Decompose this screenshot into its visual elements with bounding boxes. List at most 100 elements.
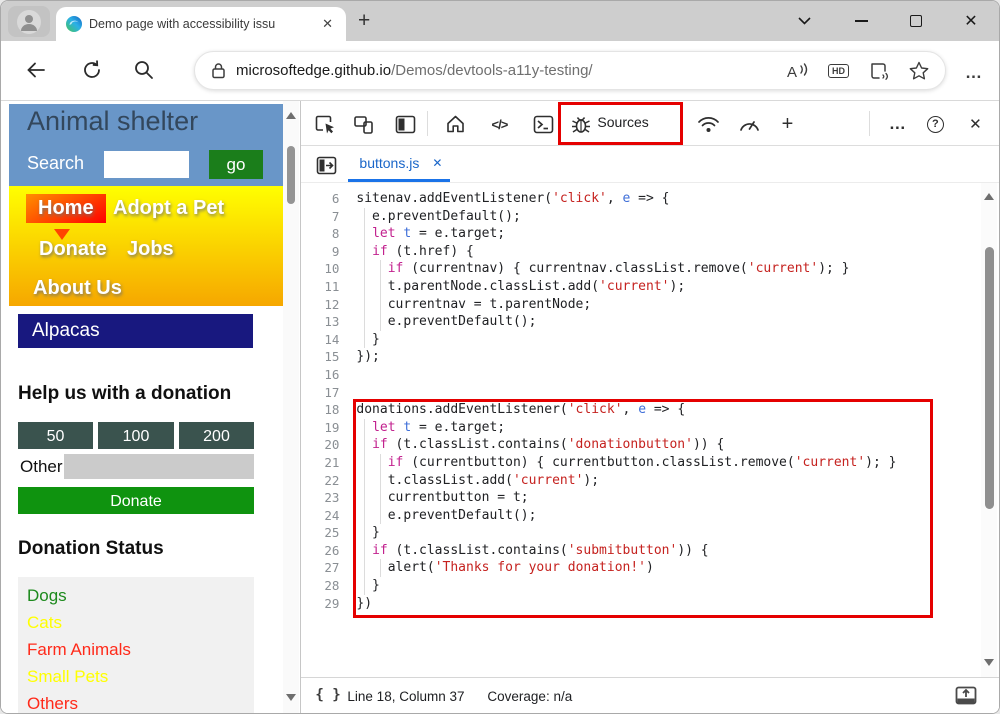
line-number: 20 bbox=[301, 436, 339, 454]
code-line: 14 } bbox=[301, 331, 999, 349]
file-tab-close-icon[interactable]: ✕ bbox=[432, 156, 442, 170]
maximize-button[interactable] bbox=[899, 7, 933, 35]
edge-favicon-icon bbox=[66, 16, 82, 32]
browser-tab[interactable]: Demo page with accessibility issu ✕ bbox=[56, 7, 346, 41]
inspect-element-icon[interactable] bbox=[313, 112, 337, 136]
code-line: 9 if (t.href) { bbox=[301, 243, 999, 261]
new-tab-button[interactable]: + bbox=[358, 8, 370, 34]
other-amount-input[interactable] bbox=[64, 454, 254, 479]
go-button[interactable]: go bbox=[209, 150, 263, 179]
page-scrollbar-thumb[interactable] bbox=[287, 146, 295, 204]
page-scrollbar[interactable] bbox=[283, 101, 299, 714]
window-close-button[interactable]: ✕ bbox=[954, 7, 988, 35]
open-drawer-icon[interactable] bbox=[955, 686, 977, 705]
more-tools-plus-icon[interactable]: + bbox=[775, 112, 799, 136]
line-number: 26 bbox=[301, 542, 339, 560]
line-number: 29 bbox=[301, 595, 339, 613]
url-path: /Demos/devtools-a11y-testing/ bbox=[391, 62, 592, 79]
minimize-button[interactable] bbox=[844, 7, 878, 35]
minimize-icon bbox=[855, 20, 868, 22]
lock-icon[interactable] bbox=[211, 62, 226, 79]
indent-guide bbox=[364, 243, 365, 261]
device-emulation-icon[interactable] bbox=[351, 112, 375, 136]
indent-guide bbox=[364, 313, 365, 331]
devtools-toolbar: </> Sources + … ? bbox=[301, 101, 999, 146]
scroll-up-icon[interactable] bbox=[286, 107, 296, 119]
list-item: Cats bbox=[27, 609, 254, 636]
nav-item-jobs[interactable]: Jobs bbox=[127, 238, 174, 261]
browser-more-menu[interactable]: … bbox=[965, 63, 983, 83]
url-text[interactable]: microsoftedge.github.io/Demos/devtools-a… bbox=[236, 62, 593, 79]
indent-guide bbox=[364, 278, 365, 296]
read-aloud-icon[interactable]: A bbox=[785, 61, 809, 81]
browser-toolbar: microsoftedge.github.io/Demos/devtools-a… bbox=[1, 41, 999, 101]
toolbar-divider bbox=[427, 111, 428, 136]
line-number: 21 bbox=[301, 454, 339, 472]
editor-status-bar: { } Line 18, Column 37 Coverage: n/a bbox=[301, 677, 999, 714]
tab-close-icon[interactable]: ✕ bbox=[319, 16, 336, 32]
refresh-button[interactable] bbox=[81, 59, 105, 83]
profile-button[interactable] bbox=[8, 6, 50, 37]
code-scrollbar-thumb[interactable] bbox=[985, 247, 994, 509]
indent-guide bbox=[364, 225, 365, 243]
code-line: 11 t.parentNode.classList.add('current')… bbox=[301, 278, 999, 296]
line-number: 16 bbox=[301, 366, 339, 384]
navigator-toggle-icon[interactable] bbox=[314, 153, 338, 177]
donation-amount-50-button[interactable]: 50 bbox=[18, 422, 93, 449]
line-number: 27 bbox=[301, 559, 339, 577]
indent-guide bbox=[364, 296, 365, 314]
code-line: 12 currentnav = t.parentNode; bbox=[301, 296, 999, 314]
scroll-down-icon[interactable] bbox=[286, 694, 296, 706]
scroll-down-icon[interactable] bbox=[984, 659, 994, 671]
donation-amount-100-button[interactable]: 100 bbox=[98, 422, 174, 449]
indent-guide bbox=[364, 208, 365, 226]
welcome-home-icon[interactable] bbox=[443, 112, 467, 136]
code-scrollbar[interactable] bbox=[981, 183, 997, 677]
line-number: 12 bbox=[301, 296, 339, 314]
elements-panel-icon[interactable]: </> bbox=[487, 112, 511, 136]
code-line: 15}); bbox=[301, 348, 999, 366]
nav-item-adopt-a-pet[interactable]: Adopt a Pet bbox=[113, 197, 224, 220]
line-number: 19 bbox=[301, 419, 339, 437]
line-number: 17 bbox=[301, 384, 339, 402]
dock-side-icon[interactable] bbox=[393, 112, 417, 136]
line-number: 28 bbox=[301, 577, 339, 595]
donation-amount-200-button[interactable]: 200 bbox=[179, 422, 254, 449]
line-number: 10 bbox=[301, 260, 339, 278]
immersive-reader-icon[interactable] bbox=[868, 62, 890, 80]
indent-guide bbox=[380, 278, 381, 296]
back-button[interactable] bbox=[25, 59, 49, 83]
nav-item-donate[interactable]: Donate bbox=[39, 238, 107, 261]
help-icon[interactable]: ? bbox=[923, 112, 947, 136]
toolbar-divider bbox=[869, 111, 870, 136]
devtools-more-menu[interactable]: … bbox=[885, 112, 909, 136]
search-label: Search bbox=[27, 153, 84, 174]
nav-item-home[interactable]: Home bbox=[26, 194, 106, 223]
search-input[interactable] bbox=[104, 151, 189, 178]
performance-gauge-icon[interactable] bbox=[737, 112, 761, 136]
tab-list-chevron-icon[interactable] bbox=[787, 7, 821, 35]
scroll-up-icon[interactable] bbox=[984, 188, 994, 200]
network-wifi-icon[interactable] bbox=[696, 112, 720, 136]
file-tab-buttons-js[interactable]: buttons.js bbox=[359, 155, 419, 171]
line-number: 22 bbox=[301, 472, 339, 490]
line-content: e.preventDefault(); bbox=[356, 208, 520, 226]
console-panel-icon[interactable] bbox=[531, 112, 555, 136]
nav-item-about-us[interactable]: About Us bbox=[33, 277, 122, 300]
page-title: Animal shelter bbox=[27, 106, 198, 137]
search-icon[interactable] bbox=[133, 59, 157, 83]
pretty-print-icon[interactable]: { } bbox=[315, 687, 340, 703]
code-line: 8 let t = e.target; bbox=[301, 225, 999, 243]
line-content: sitenav.addEventListener('click', e => { bbox=[356, 190, 669, 208]
donate-button[interactable]: Donate bbox=[18, 487, 254, 514]
address-bar[interactable]: microsoftedge.github.io/Demos/devtools-a… bbox=[194, 51, 946, 90]
devtools-close-icon[interactable]: ✕ bbox=[963, 112, 987, 136]
indent-guide bbox=[380, 296, 381, 314]
code-line: 6sitenav.addEventListener('click', e => … bbox=[301, 190, 999, 208]
hd-badge-icon[interactable]: HD bbox=[828, 64, 849, 78]
favorite-star-icon[interactable] bbox=[909, 61, 929, 80]
code-editor[interactable]: 6sitenav.addEventListener('click', e => … bbox=[301, 183, 999, 677]
maximize-icon bbox=[910, 15, 922, 27]
line-number: 24 bbox=[301, 507, 339, 525]
alpacas-banner[interactable]: Alpacas bbox=[18, 314, 253, 348]
